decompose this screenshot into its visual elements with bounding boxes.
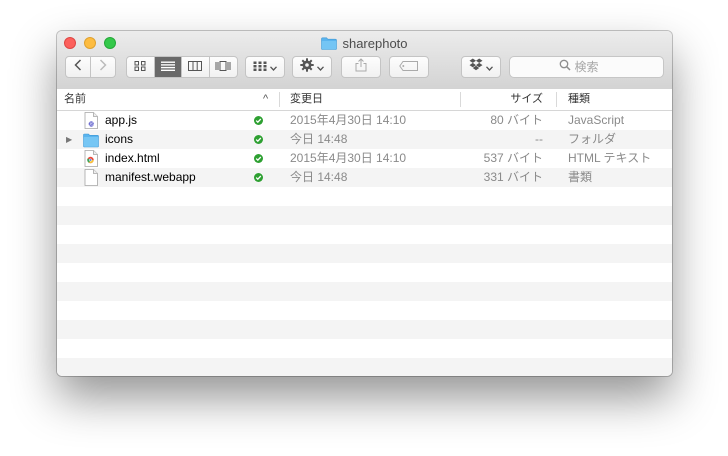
javascript-file-icon: JS xyxy=(84,112,98,129)
svg-text:JS: JS xyxy=(89,122,94,127)
sync-status-icon xyxy=(254,116,263,125)
tag-icon xyxy=(399,58,419,76)
file-date: 2015年4月30日 14:10 xyxy=(290,113,407,127)
file-kind: JavaScript xyxy=(568,113,625,127)
view-mode-segment xyxy=(126,56,238,78)
gear-icon xyxy=(300,57,314,77)
window-title-area: sharephoto xyxy=(57,34,672,52)
icon-view-button[interactable] xyxy=(127,57,155,77)
column-header-name[interactable]: 名前 ^ xyxy=(64,89,277,110)
column-header-kind[interactable]: 種類 xyxy=(568,89,668,110)
empty-row xyxy=(57,282,672,301)
disclosure-triangle-icon[interactable]: ▶ xyxy=(66,130,72,149)
sync-status-icon xyxy=(254,173,263,182)
folder-icon xyxy=(321,37,338,50)
empty-row xyxy=(57,187,672,206)
table-row[interactable]: manifest.webapp 今日 14:48 331 バイト 書類 xyxy=(57,168,672,187)
file-name: icons xyxy=(105,132,134,146)
share-icon xyxy=(355,57,367,77)
chevron-down-icon xyxy=(486,58,493,76)
file-size: 331 バイト xyxy=(483,170,543,184)
empty-row xyxy=(57,358,672,376)
coverflow-icon xyxy=(215,58,231,76)
document-file-icon xyxy=(84,169,98,186)
search-input[interactable] xyxy=(574,60,615,74)
columns-icon xyxy=(188,58,203,76)
file-date: 今日 14:48 xyxy=(290,170,348,184)
arrange-button[interactable] xyxy=(245,56,285,78)
list-view-button[interactable] xyxy=(154,57,182,77)
column-view-button[interactable] xyxy=(182,57,210,77)
empty-row xyxy=(57,339,672,358)
file-kind: HTML テキスト xyxy=(568,151,652,165)
column-label-name: 名前 xyxy=(64,93,86,105)
folder-icon xyxy=(83,131,99,148)
file-date: 2015年4月30日 14:10 xyxy=(290,151,407,165)
chevron-down-icon xyxy=(270,58,277,76)
dropbox-icon xyxy=(469,58,483,76)
file-name: index.html xyxy=(105,151,160,165)
file-kind: 書類 xyxy=(568,170,593,184)
chevron-right-icon xyxy=(99,58,107,76)
grid-icon xyxy=(253,58,267,76)
file-name: manifest.webapp xyxy=(105,170,196,184)
grid-icon xyxy=(134,58,146,76)
tag-button[interactable] xyxy=(389,56,429,78)
empty-row xyxy=(57,244,672,263)
file-kind: フォルダ xyxy=(568,132,617,146)
file-name: app.js xyxy=(105,113,138,127)
forward-button[interactable] xyxy=(91,57,115,77)
empty-row xyxy=(57,320,672,339)
window-title: sharephoto xyxy=(342,35,408,51)
chevron-down-icon xyxy=(317,58,324,76)
action-button[interactable] xyxy=(292,56,332,78)
table-row[interactable]: JS app.js 2015年4月30日 14:10 80 バイト JavaSc… xyxy=(57,111,672,130)
file-size: 537 バイト xyxy=(483,151,543,165)
column-divider[interactable] xyxy=(556,92,557,107)
coverflow-view-button[interactable] xyxy=(210,57,237,77)
column-header-date[interactable]: 変更日 xyxy=(290,89,458,110)
empty-row xyxy=(57,263,672,282)
table-row[interactable]: index.html 2015年4月30日 14:10 537 バイト HTML… xyxy=(57,149,672,168)
navigation-segment xyxy=(65,56,116,78)
file-size: 80 バイト xyxy=(490,113,543,127)
column-label-kind: 種類 xyxy=(568,93,590,105)
sync-status-icon xyxy=(254,135,263,144)
html-file-icon xyxy=(84,150,98,167)
dropbox-button[interactable] xyxy=(461,56,501,78)
chevron-left-icon xyxy=(74,58,82,76)
column-header: 名前 ^ 変更日 サイズ 種類 xyxy=(57,89,672,111)
sort-ascending-icon: ^ xyxy=(263,93,269,105)
column-label-size: サイズ xyxy=(510,93,543,105)
table-row[interactable]: ▶ icons 今日 14:48 -- フォルダ xyxy=(57,130,672,149)
column-header-size[interactable]: サイズ xyxy=(461,89,543,110)
list-icon xyxy=(160,58,175,76)
empty-row xyxy=(57,206,672,225)
file-size: -- xyxy=(535,132,543,146)
empty-row xyxy=(57,225,672,244)
search-icon xyxy=(559,58,571,76)
back-button[interactable] xyxy=(66,57,91,77)
empty-row xyxy=(57,301,672,320)
column-divider[interactable] xyxy=(279,92,280,107)
titlebar: sharephoto xyxy=(57,31,672,90)
column-label-date: 変更日 xyxy=(290,93,323,105)
search-field[interactable] xyxy=(509,56,664,78)
file-list: JS app.js 2015年4月30日 14:10 80 バイト JavaSc… xyxy=(57,111,672,376)
finder-window: sharephoto 検索 名前 ^ 変更日 サイズ 種類 JS app.js … xyxy=(57,31,672,376)
file-date: 今日 14:48 xyxy=(290,132,348,146)
share-button[interactable] xyxy=(341,56,381,78)
sync-status-icon xyxy=(254,154,263,163)
